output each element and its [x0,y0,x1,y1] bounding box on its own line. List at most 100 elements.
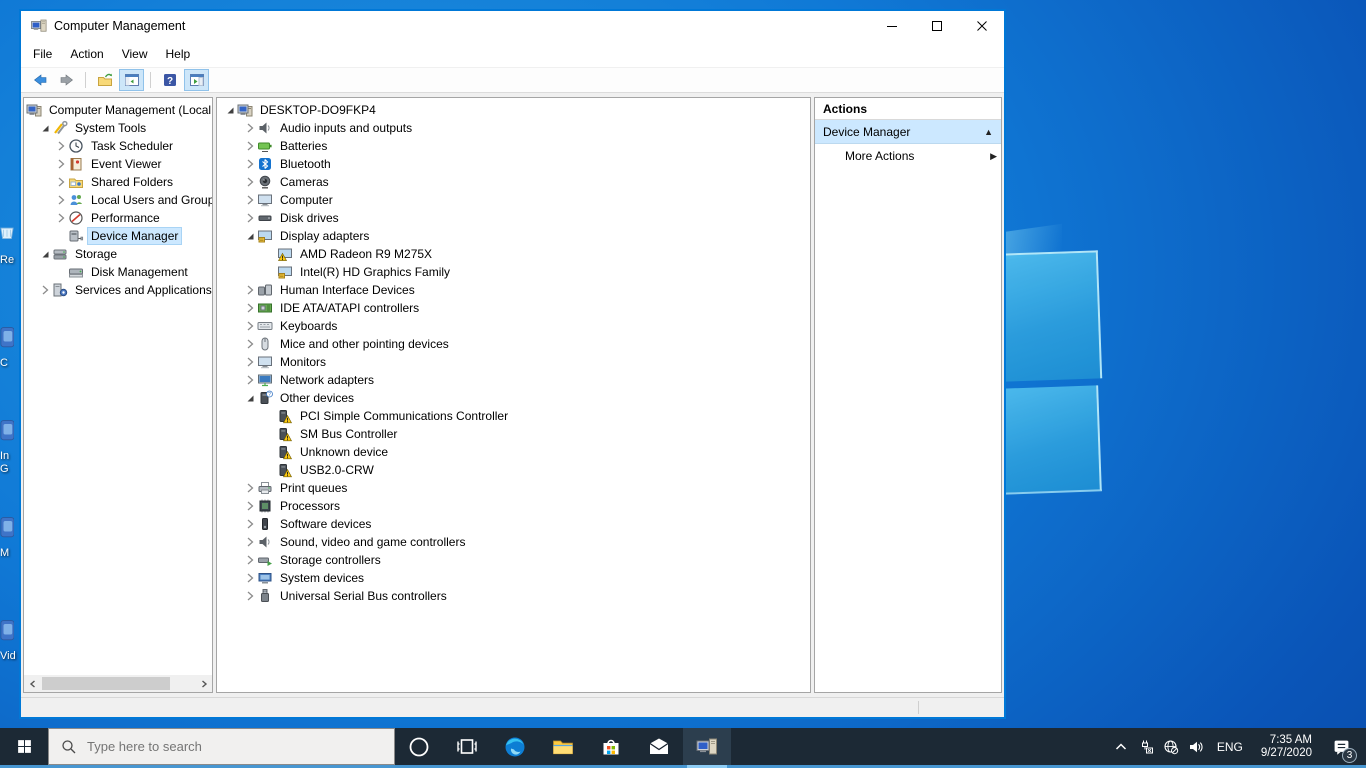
chevron-collapsed-icon[interactable] [243,553,257,567]
tree-item-batteries[interactable]: Batteries [217,137,810,155]
chevron-collapsed-icon[interactable] [243,319,257,333]
taskbar-app-mail[interactable] [635,728,683,765]
chevron-expanded-icon[interactable] [243,229,257,243]
minimize-button[interactable] [869,11,914,41]
maximize-button[interactable] [914,11,959,41]
tree-item-ide-ata-atapi-controllers[interactable]: IDE ATA/ATAPI controllers [217,299,810,317]
folder-arrow-button[interactable] [92,69,117,91]
tree-item-audio-inputs-and-outputs[interactable]: Audio inputs and outputs [217,119,810,137]
chevron-collapsed-icon[interactable] [243,301,257,315]
actions-group-device-manager[interactable]: Device Manager ▲ [815,120,1001,144]
tree-item-network-adapters[interactable]: Network adapters [217,371,810,389]
tree-item-keyboards[interactable]: Keyboards [217,317,810,335]
chevron-collapsed-icon[interactable] [243,193,257,207]
volume-tray-item[interactable] [1184,727,1209,767]
chevron-collapsed-icon[interactable] [243,535,257,549]
tree-item-storage-controllers[interactable]: Storage controllers [217,551,810,569]
tree-item-processors[interactable]: Processors [217,497,810,515]
desktop-icon-re[interactable]: Re [0,222,22,267]
chevron-expanded-icon[interactable] [38,121,52,135]
tree-item-disk-drives[interactable]: Disk drives [217,209,810,227]
tree-item-universal-serial-bus-controllers[interactable]: Universal Serial Bus controllers [217,587,810,605]
close-button[interactable] [959,11,1004,41]
scrollbar-thumb[interactable] [42,677,170,690]
chevron-collapsed-icon[interactable] [243,481,257,495]
taskbar-app-edge[interactable] [491,728,539,765]
tree-item-disk-management[interactable]: Disk Management [24,263,212,281]
menu-action[interactable]: Action [61,43,112,65]
taskbar-app-file-explorer[interactable] [539,728,587,765]
taskbar-app-microsoft-store[interactable] [587,728,635,765]
tree-item-performance[interactable]: Performance [24,209,212,227]
network-tray-item[interactable] [1159,727,1184,767]
tree-item-pci-simple-communications-controller[interactable]: PCI Simple Communications Controller [217,407,810,425]
power-plug-tray-item[interactable] [1134,727,1159,767]
tree-item-sm-bus-controller[interactable]: SM Bus Controller [217,425,810,443]
tree-item-intel-r-hd-graphics-family[interactable]: Intel(R) HD Graphics Family [217,263,810,281]
tree-item-event-viewer[interactable]: Event Viewer [24,155,212,173]
chevron-expanded-icon[interactable] [38,247,52,261]
chevron-collapsed-icon[interactable] [54,139,68,153]
chevron-collapsed-icon[interactable] [243,139,257,153]
chevron-collapsed-icon[interactable] [54,211,68,225]
tree-item-human-interface-devices[interactable]: Human Interface Devices [217,281,810,299]
chevron-collapsed-icon[interactable] [243,337,257,351]
tree-item-services-and-applications[interactable]: Services and Applications [24,281,212,299]
horizontal-scrollbar[interactable] [24,675,212,692]
tree-item-task-scheduler[interactable]: Task Scheduler [24,137,212,155]
hidden-icons-chevron[interactable] [1109,727,1134,767]
chevron-collapsed-icon[interactable] [54,175,68,189]
expand-caret-icon[interactable]: ▶ [990,151,997,162]
tree-item-print-queues[interactable]: Print queues [217,479,810,497]
chevron-expanded-icon[interactable] [223,103,237,117]
chevron-collapsed-icon[interactable] [243,283,257,297]
show-console-tree-button[interactable] [119,69,144,91]
help-button[interactable] [157,69,182,91]
show-action-pane-button[interactable] [184,69,209,91]
chevron-expanded-icon[interactable] [243,391,257,405]
desktop-icon-vid[interactable]: Vid [0,618,22,663]
scroll-right-arrow[interactable] [195,675,212,692]
menu-help[interactable]: Help [157,43,200,65]
menu-file[interactable]: File [24,43,61,65]
tree-item-sound-video-and-game-controllers[interactable]: Sound, video and game controllers [217,533,810,551]
chevron-collapsed-icon[interactable] [243,157,257,171]
tree-item-bluetooth[interactable]: Bluetooth [217,155,810,173]
chevron-collapsed-icon[interactable] [243,499,257,513]
tree-item-amd-radeon-r9-m275x[interactable]: AMD Radeon R9 M275X [217,245,810,263]
tree-item-mice-and-other-pointing-devices[interactable]: Mice and other pointing devices [217,335,810,353]
chevron-collapsed-icon[interactable] [243,121,257,135]
chevron-collapsed-icon[interactable] [243,373,257,387]
tree-item-shared-folders[interactable]: Shared Folders [24,173,212,191]
tree-item-unknown-device[interactable]: Unknown device [217,443,810,461]
tree-item-computer[interactable]: Computer [217,191,810,209]
taskbar-app-cortana[interactable] [395,728,443,765]
tree-item-local-users-and-groups[interactable]: Local Users and Groups [24,191,212,209]
taskbar-app-task-view[interactable] [443,728,491,765]
tree-item-software-devices[interactable]: Software devices [217,515,810,533]
start-button[interactable] [0,728,48,765]
more-actions-item[interactable]: More Actions ▶ [815,144,1001,168]
taskbar-app-computer-management[interactable] [683,728,731,765]
scroll-left-arrow[interactable] [24,675,41,692]
chevron-collapsed-icon[interactable] [243,355,257,369]
collapse-caret-icon[interactable]: ▲ [984,127,993,137]
search-input[interactable] [87,739,347,754]
chevron-collapsed-icon[interactable] [54,157,68,171]
chevron-collapsed-icon[interactable] [38,283,52,297]
title-bar[interactable]: Computer Management [21,11,1004,41]
chevron-collapsed-icon[interactable] [243,571,257,585]
language-indicator[interactable]: ENG [1209,740,1251,754]
tree-item-storage[interactable]: Storage [24,245,212,263]
desktop-icon-c[interactable]: C [0,325,22,370]
tree-item-device-manager[interactable]: Device Manager [24,227,212,245]
tree-item-desktop-do9fkp4[interactable]: DESKTOP-DO9FKP4 [217,101,810,119]
menu-view[interactable]: View [113,43,157,65]
tree-item-monitors[interactable]: Monitors [217,353,810,371]
desktop-icon-m[interactable]: M [0,515,22,560]
forward-button[interactable] [54,69,79,91]
tree-item-cameras[interactable]: Cameras [217,173,810,191]
tree-item-system-devices[interactable]: System devices [217,569,810,587]
chevron-collapsed-icon[interactable] [243,211,257,225]
chevron-collapsed-icon[interactable] [243,175,257,189]
